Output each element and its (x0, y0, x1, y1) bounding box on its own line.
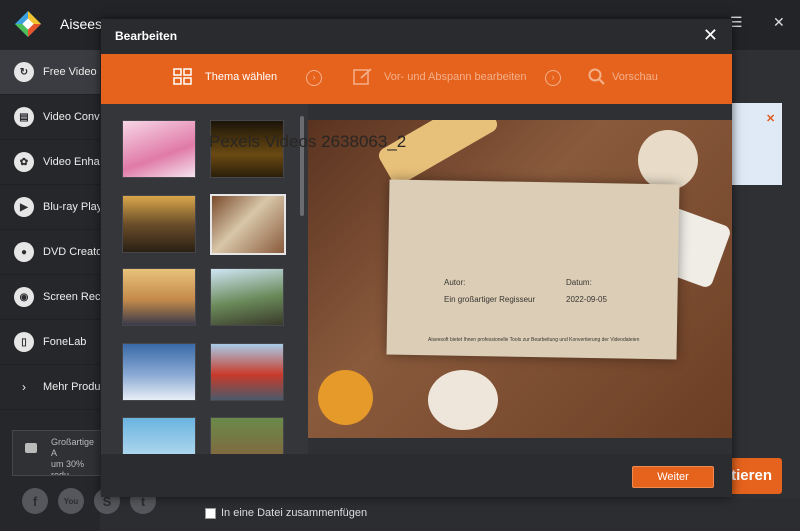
sidebar-item-dvd-creator[interactable]: ● DVD Creator (0, 230, 100, 275)
edit-dialog: Bearbeiten ✕ Thema wählen › Vor- und Abs… (101, 19, 732, 497)
merge-checkbox-label: In eine Datei zusammenfügen (221, 507, 368, 519)
sidebar-item-video-enhancer[interactable]: ✿ Video Enhan (0, 140, 100, 185)
theme-thumbnail[interactable] (122, 195, 196, 253)
theme-thumbnail[interactable] (210, 343, 284, 401)
preview-title: Pexels Videos 2638063_2 (209, 132, 407, 151)
sidebar-item-free-video[interactable]: ↻ Free Video C (0, 50, 100, 95)
film-icon: ▤ (14, 107, 34, 127)
edit-icon (353, 68, 372, 85)
theme-thumbnail[interactable] (122, 268, 196, 326)
theme-thumbnail-selected[interactable] (210, 194, 286, 255)
theme-thumbnail[interactable] (122, 120, 196, 178)
refresh-icon: ↻ (14, 62, 34, 82)
sidebar-item-label: Screen Reco (43, 291, 100, 303)
merge-checkbox[interactable] (205, 508, 216, 519)
title-card (386, 179, 680, 360)
tab-theme[interactable]: Thema wählen (205, 71, 277, 83)
app-logo-icon (15, 11, 41, 37)
chevron-right-icon: › (22, 380, 26, 394)
dialog-title: Bearbeiten (115, 29, 178, 43)
dialog-close-button[interactable]: ✕ (703, 25, 718, 46)
decoration (376, 120, 500, 188)
sidebar-item-label: FoneLab (43, 336, 87, 348)
youtube-icon[interactable]: You (58, 488, 84, 514)
promo-box: Großartige A um 30% redu erfahren (12, 430, 102, 476)
step-bar: Thema wählen › Vor- und Abspann bearbeit… (101, 54, 732, 104)
theme-list-scrollbar[interactable] (300, 116, 304, 216)
preview-author-value: Ein großartiger Regisseur (444, 295, 536, 304)
sidebar-item-label: Video Conve (43, 111, 100, 123)
theme-thumbnail[interactable] (210, 268, 284, 326)
decoration (428, 370, 498, 430)
search-icon (588, 68, 605, 85)
theme-thumbnail[interactable] (210, 417, 284, 454)
tab-intro-outro[interactable]: Vor- und Abspann bearbeiten (384, 71, 527, 83)
dialog-header: Bearbeiten ✕ (101, 19, 732, 54)
preview-date-label: Datum: (566, 278, 592, 287)
close-window-button[interactable]: ✕ (773, 14, 785, 31)
close-notice-icon[interactable]: ✕ (766, 112, 775, 125)
chevron-right-icon: › (545, 70, 561, 86)
promo-line-2: um 30% redu (51, 459, 85, 476)
record-icon: ◉ (14, 287, 34, 307)
palette-icon: ✿ (14, 152, 34, 172)
decoration (318, 370, 373, 425)
promo-line-1: Großartige A (51, 437, 95, 458)
play-icon: ▶ (14, 197, 34, 217)
chevron-right-icon: › (306, 70, 322, 86)
theme-preview (308, 120, 732, 438)
sidebar-item-video-converter[interactable]: ▤ Video Conve (0, 95, 100, 140)
sidebar-item-more-products[interactable]: › Mehr Produk (0, 365, 100, 410)
tab-preview[interactable]: Vorschau (612, 71, 658, 83)
sidebar-item-screen-recorder[interactable]: ◉ Screen Reco (0, 275, 100, 320)
sidebar-item-bluray-player[interactable]: ▶ Blu-ray Playe (0, 185, 100, 230)
facebook-icon[interactable]: f (22, 488, 48, 514)
theme-thumbnail[interactable] (122, 417, 196, 454)
phone-icon: ▯ (14, 332, 34, 352)
theme-grid-icon (173, 68, 192, 85)
disc-icon: ● (14, 242, 34, 262)
sidebar-item-label: Video Enhan (43, 156, 100, 168)
theme-thumbnail[interactable] (122, 343, 196, 401)
sidebar-item-fonelab[interactable]: ▯ FoneLab (0, 320, 100, 365)
decoration (638, 130, 698, 190)
theme-list (101, 104, 308, 454)
next-button[interactable]: Weiter (632, 466, 714, 488)
sidebar-item-label: DVD Creator (43, 246, 100, 258)
sidebar-item-label: Blu-ray Playe (43, 201, 100, 213)
sidebar-item-label: Mehr Produk (43, 381, 100, 393)
sidebar-item-label: Free Video C (43, 66, 100, 78)
preview-footer-text: Aiseesoft bietet Ihnen professionelle To… (428, 337, 640, 343)
preview-date-value: 2022-09-05 (566, 295, 607, 304)
message-icon (25, 443, 37, 453)
preview-author-label: Autor: (444, 278, 466, 287)
